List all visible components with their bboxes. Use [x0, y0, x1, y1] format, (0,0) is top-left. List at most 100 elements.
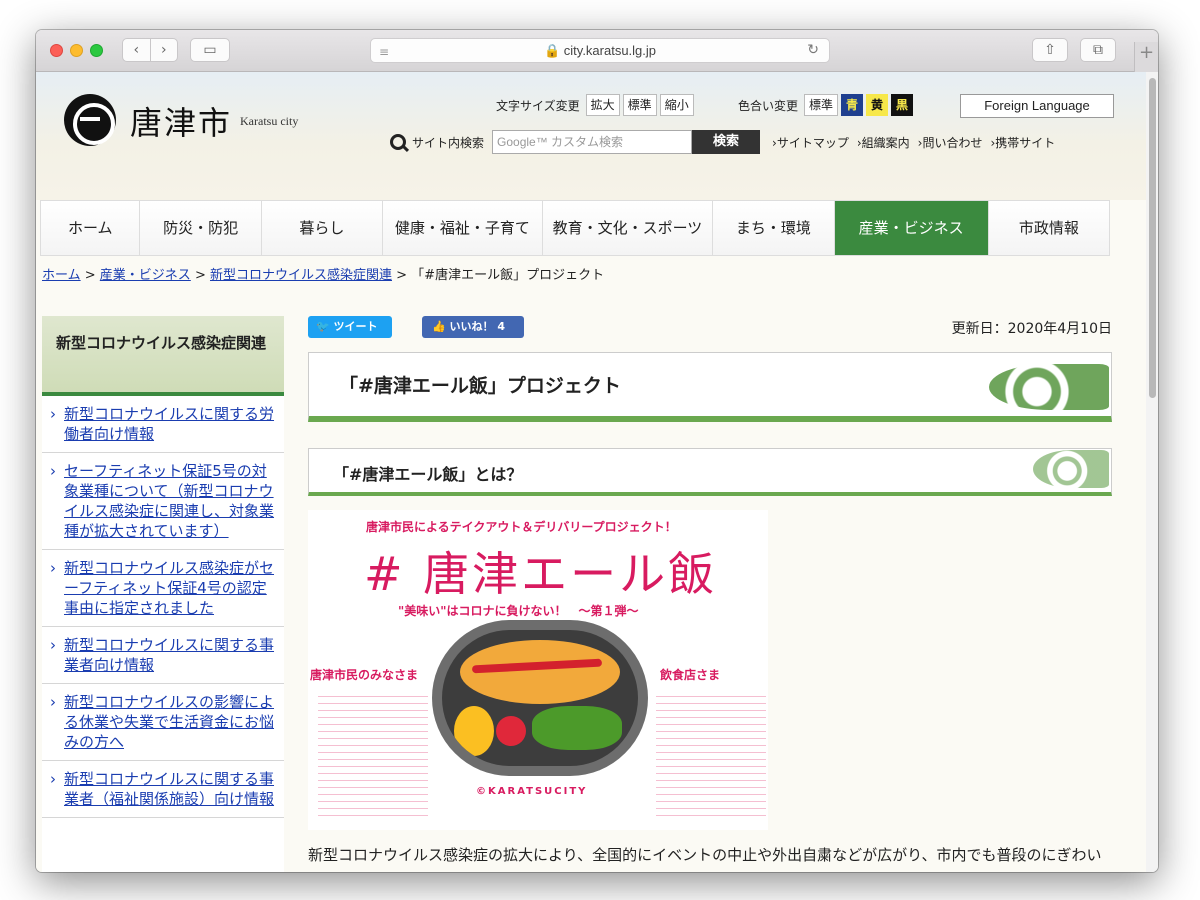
- project-poster-image: 唐津市民によるテイクアウト＆デリバリープロジェクト！ # 唐津エール飯 "美味い…: [308, 510, 768, 830]
- main-content: 🐦 ツイート 👍 いいね！ 4 更新日：2020年4月10日 「#唐津エール飯」…: [308, 316, 1112, 872]
- font-size-enlarge-button[interactable]: 拡大: [585, 94, 620, 116]
- color-controls: 色合い変更 標準 青 黄 黒: [738, 94, 914, 116]
- breadcrumb-covid[interactable]: 新型コロナウイルス感染症関連: [210, 268, 392, 283]
- site-logo-text[interactable]: 唐津市: [130, 98, 232, 144]
- minimize-window-button[interactable]: [70, 44, 83, 57]
- organization-link[interactable]: ›組織案内: [857, 134, 910, 151]
- sidebar-item-label[interactable]: セーフティネット保証5号の対象業種について（新型コロナウイルス感染症に関連し、対…: [64, 462, 274, 540]
- reload-icon[interactable]: ↻: [807, 42, 819, 58]
- new-tab-button[interactable]: +: [1134, 42, 1158, 72]
- page-scrollbar[interactable]: [1146, 72, 1158, 872]
- sidebar-item[interactable]: 新型コロナウイルスの影響による休業や失業で生活資金にお悩みの方へ: [42, 684, 284, 761]
- mobile-site-link[interactable]: ›携帯サイト: [990, 134, 1055, 151]
- nav-education-culture[interactable]: 教育・文化・スポーツ: [542, 201, 714, 255]
- nav-city-administration[interactable]: 市政情報: [988, 201, 1109, 255]
- strawberry: [496, 716, 526, 746]
- address-bar[interactable]: ≡ 🔒 city.karatsu.lg.jp ↻: [370, 38, 830, 63]
- tweet-label: ツイート: [333, 320, 378, 333]
- sidebar-item[interactable]: 新型コロナウイルスに関する事業者（福祉関係施設）向け情報: [42, 761, 284, 818]
- breadcrumb-current: 「#唐津エール飯」プロジェクト: [411, 268, 605, 283]
- poster-citizens-heading: 唐津市民のみなさま: [310, 668, 419, 682]
- nav-health-welfare[interactable]: 健康・福祉・子育て: [383, 201, 543, 255]
- sidebar-item[interactable]: 新型コロナウイルス感染症がセーフティネット保証4号の認定事由に指定されました: [42, 550, 284, 627]
- foreign-language-button[interactable]: Foreign Language: [960, 94, 1114, 118]
- tweet-button[interactable]: 🐦 ツイート: [308, 316, 392, 338]
- font-size-standard-button[interactable]: 標準: [622, 94, 657, 116]
- facebook-like-button[interactable]: 👍 いいね！ 4: [422, 316, 524, 338]
- site-logo-subtitle: Karatsu city: [240, 114, 299, 128]
- share-icon[interactable]: ⇧: [1032, 38, 1068, 62]
- updated-date: 更新日：2020年4月10日: [951, 321, 1112, 337]
- section-heading-box: 「#唐津エール飯」とは？: [308, 448, 1112, 496]
- wave-decoration-icon: [1033, 450, 1109, 488]
- sidebar: 新型コロナウイルス感染症関連 新型コロナウイルスに関する労働者向け情報 セーフテ…: [42, 316, 284, 872]
- color-blue-button[interactable]: 青: [841, 94, 864, 116]
- site-header: 唐津市 Karatsu city 文字サイズ変更 拡大 標準 縮小 色合い変更 …: [36, 72, 1146, 200]
- sidebar-item-label[interactable]: 新型コロナウイルスに関する事業者（福祉関係施設）向け情報: [64, 770, 274, 808]
- search-icon: [390, 134, 406, 150]
- browser-toolbar: ‹ › ▭ ≡ 🔒 city.karatsu.lg.jp ↻ ⇧ ⧉ +: [36, 30, 1158, 72]
- poster-subtitle: "美味い"はコロナに負けない！ ～第１弾～: [398, 604, 639, 618]
- browser-window: ‹ › ▭ ≡ 🔒 city.karatsu.lg.jp ↻ ⇧ ⧉ + 唐津市…: [36, 30, 1158, 872]
- thumbs-up-icon: 👍: [432, 320, 446, 333]
- font-size-controls: 文字サイズ変更 拡大 標準 縮小: [496, 94, 694, 116]
- site-search: サイト内検索 Google™ カスタム検索 検索 ›サイトマップ ›組織案内 ›…: [390, 130, 1055, 154]
- font-size-shrink-button[interactable]: 縮小: [659, 94, 694, 116]
- page-title: 「#唐津エール飯」プロジェクト: [339, 375, 621, 397]
- nav-home[interactable]: ホーム: [41, 201, 141, 255]
- poster-restaurants-heading: 飲食店さま: [660, 668, 721, 682]
- sitemap-link[interactable]: ›サイトマップ: [772, 134, 849, 151]
- color-yellow-button[interactable]: 黄: [866, 94, 889, 116]
- section-heading: 「#唐津エール飯」とは？: [333, 465, 523, 484]
- color-standard-button[interactable]: 標準: [804, 94, 839, 116]
- web-page: 唐津市 Karatsu city 文字サイズ変更 拡大 標準 縮小 色合い変更 …: [36, 72, 1146, 872]
- sidebar-item-label[interactable]: 新型コロナウイルスに関する労働者向け情報: [64, 405, 274, 443]
- vegetables: [532, 706, 622, 750]
- nav-industry-business[interactable]: 産業・ビジネス: [834, 201, 989, 255]
- sidebar-item[interactable]: 新型コロナウイルスに関する事業者向け情報: [42, 627, 284, 684]
- poster-tagline: 唐津市民によるテイクアウト＆デリバリープロジェクト！: [366, 520, 677, 534]
- sidebar-item-label[interactable]: 新型コロナウイルス感染症がセーフティネット保証4号の認定事由に指定されました: [64, 559, 274, 617]
- poster-copyright: ©KARATSUCITY: [476, 786, 588, 797]
- sidebar-heading: 新型コロナウイルス感染症関連: [42, 316, 284, 396]
- url-text: city.karatsu.lg.jp: [563, 43, 657, 58]
- nav-town-environment[interactable]: まち・環境: [713, 201, 835, 255]
- poster-citizen-text-block: [318, 690, 428, 820]
- twitter-icon: 🐦: [316, 320, 330, 333]
- body-paragraph: 新型コロナウイルス感染症の拡大により、全国的にイベントの中止や外出自粛などが広が…: [308, 846, 1102, 864]
- sidebar-item[interactable]: セーフティネット保証5号の対象業種について（新型コロナウイルス感染症に関連し、対…: [42, 453, 284, 550]
- cherry-tomato: [618, 742, 638, 762]
- contact-link[interactable]: ›問い合わせ: [918, 134, 983, 151]
- breadcrumb-home[interactable]: ホーム: [42, 268, 81, 283]
- breadcrumb-separator: >: [80, 268, 100, 283]
- scrollbar-thumb[interactable]: [1149, 78, 1156, 398]
- search-label: サイト内検索: [412, 135, 485, 150]
- tabs-overview-icon[interactable]: ⧉: [1080, 38, 1116, 62]
- bento-box-illustration: [432, 620, 648, 776]
- breadcrumb-separator: >: [190, 268, 210, 283]
- sidebar-item-label[interactable]: 新型コロナウイルスの影響による休業や失業で生活資金にお悩みの方へ: [64, 693, 274, 751]
- search-input[interactable]: Google™ カスタム検索: [492, 130, 693, 154]
- color-black-button[interactable]: 黒: [891, 94, 914, 116]
- sidebar-item-label[interactable]: 新型コロナウイルスに関する事業者向け情報: [64, 636, 274, 674]
- sidebar-toggle-icon[interactable]: ▭: [190, 38, 230, 62]
- poster-restaurant-text-block: [656, 690, 766, 820]
- bento-inner: [442, 630, 638, 766]
- back-button[interactable]: ‹: [123, 39, 151, 61]
- breadcrumb-separator: >: [392, 268, 412, 283]
- orange-slice: [454, 706, 494, 756]
- poster-title: # 唐津エール飯: [364, 547, 718, 601]
- sidebar-item[interactable]: 新型コロナウイルスに関する労働者向け情報: [42, 396, 284, 453]
- close-window-button[interactable]: [50, 44, 63, 57]
- city-emblem-icon[interactable]: [64, 94, 116, 146]
- nav-disaster-prevention[interactable]: 防災・防犯: [140, 201, 262, 255]
- forward-button[interactable]: ›: [151, 39, 178, 61]
- breadcrumb-industry[interactable]: 産業・ビジネス: [100, 268, 191, 283]
- nav-living[interactable]: 暮らし: [261, 201, 384, 255]
- search-button[interactable]: 検索: [692, 130, 761, 154]
- back-forward-group: ‹ ›: [122, 38, 178, 62]
- font-size-label: 文字サイズ変更: [496, 98, 580, 113]
- breadcrumb: ホーム > 産業・ビジネス > 新型コロナウイルス感染症関連 > 「#唐津エール…: [42, 264, 604, 283]
- zoom-window-button[interactable]: [90, 44, 103, 57]
- lock-icon: 🔒: [543, 43, 561, 58]
